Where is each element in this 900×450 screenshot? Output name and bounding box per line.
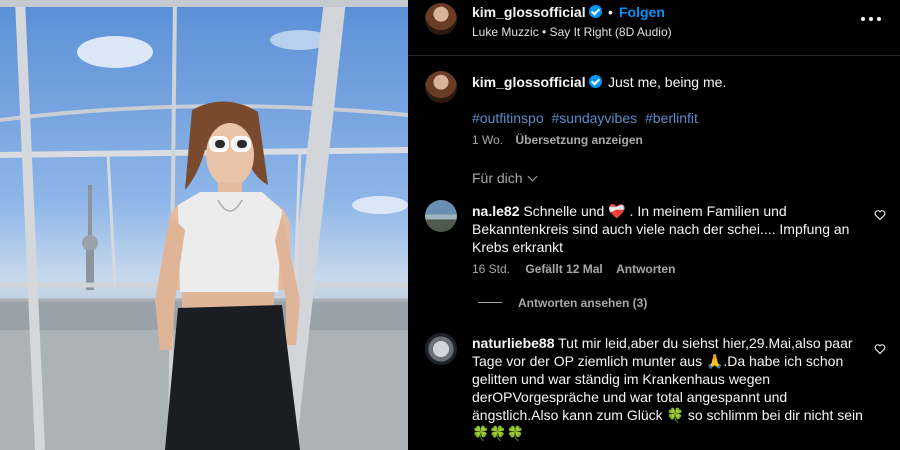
hashtag-link[interactable]: #berlinfit	[645, 110, 698, 126]
hashtag-link[interactable]: #sundayvibes	[552, 110, 638, 126]
caption-hashtags: #outfitinspo #sundayvibes #berlinfit	[472, 110, 702, 126]
commenter-username[interactable]: naturliebe88	[472, 335, 554, 351]
like-heart-icon[interactable]	[874, 209, 886, 221]
author-username-text[interactable]: kim_glossofficial	[472, 4, 586, 20]
reply-button[interactable]: Antworten	[616, 262, 675, 276]
comment-age: 16 Std.	[472, 262, 511, 276]
caption-meta: 1 Wo. Übersetzung anzeigen	[472, 133, 643, 147]
comments-panel: kim_glossofficial • Folgen Luke Muzzic •…	[408, 0, 900, 450]
commenter-avatar[interactable]	[425, 333, 457, 365]
comment-meta: 16 Std. Gefällt 12 Mal Antworten	[472, 262, 675, 276]
comment-body: naturliebe88 Tut mir leid,aber du siehst…	[472, 334, 864, 442]
caption-username-text[interactable]: kim_glossofficial	[472, 74, 586, 90]
commenter-username[interactable]: na.le82	[472, 203, 519, 219]
hashtag-link[interactable]: #outfitinspo	[472, 110, 544, 126]
comment-likes[interactable]: Gefällt 12 Mal	[525, 262, 602, 276]
follow-button[interactable]: Folgen	[619, 4, 665, 20]
reel-video[interactable]	[0, 0, 408, 450]
audio-track-link[interactable]: Luke Muzzic • Say It Right (8D Audio)	[472, 25, 672, 39]
header-separator: •	[608, 4, 613, 20]
post-header: kim_glossofficial • Folgen Luke Muzzic •…	[408, 0, 900, 56]
like-heart-icon[interactable]	[874, 343, 886, 355]
verified-badge-icon	[588, 75, 602, 88]
verified-badge-icon	[588, 5, 602, 18]
replies-line	[478, 302, 502, 303]
caption-age: 1 Wo.	[472, 133, 504, 147]
comment-sort-dropdown[interactable]: Für dich	[472, 170, 538, 186]
view-replies-label: Antworten ansehen (3)	[518, 296, 648, 310]
caption-avatar[interactable]	[425, 71, 457, 103]
author-username[interactable]: kim_glossofficial	[472, 4, 602, 20]
reel-video-frame	[0, 0, 408, 450]
caption-text: Just me, being me.	[608, 74, 727, 90]
caption-username[interactable]: kim_glossofficial	[472, 74, 602, 90]
commenter-avatar[interactable]	[425, 200, 457, 232]
more-horizontal-icon[interactable]	[860, 10, 882, 28]
translate-button[interactable]: Übersetzung anzeigen	[515, 133, 642, 147]
author-avatar[interactable]	[425, 3, 457, 35]
comment-body: na.le82 Schnelle und ❤️‍🩹 . In meinem Fa…	[472, 202, 864, 256]
view-replies-button[interactable]: Antworten ansehen (3)	[478, 296, 647, 310]
chevron-down-icon	[527, 171, 538, 182]
comment-text: Schnelle und ❤️‍🩹 . In meinem Familien u…	[472, 203, 850, 255]
comment-sort-label: Für dich	[472, 170, 523, 186]
